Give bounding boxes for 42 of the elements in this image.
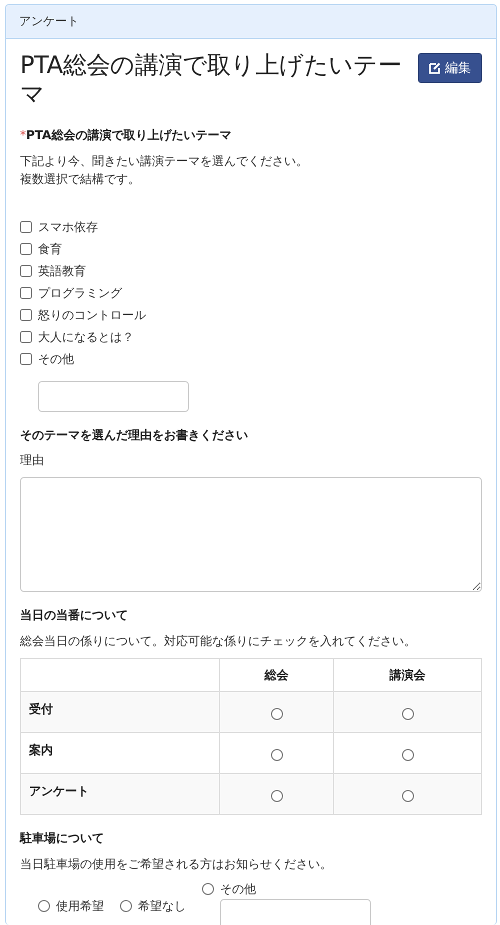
question-label: 駐車場について	[20, 830, 105, 846]
radio-button[interactable]	[38, 900, 50, 912]
edit-icon	[429, 62, 441, 74]
question-description: 当日駐車場の使用をご希望される方はお知らせください。	[20, 856, 333, 873]
page-title: PTA総会の講演で取り上げたいテーマ	[20, 51, 403, 109]
checkbox-label: プログラミング	[38, 284, 122, 302]
table-header-cell: 講演会	[334, 658, 482, 692]
checkbox-label: 大人になるとは？	[38, 328, 134, 346]
checkbox[interactable]	[20, 331, 32, 343]
question-label: そのテーマを選んだ理由をお書きください	[20, 427, 249, 443]
question-label: *PTA総会の講演で取り上げたいテーマ	[20, 127, 232, 143]
checkbox-label: 食育	[38, 240, 62, 258]
radio-button[interactable]	[270, 790, 283, 802]
radio-button[interactable]	[402, 708, 414, 720]
radio-button[interactable]	[270, 748, 283, 760]
radio-button[interactable]	[402, 790, 414, 802]
radio-button[interactable]	[402, 748, 414, 760]
checkbox[interactable]	[20, 287, 32, 299]
checkbox[interactable]	[20, 309, 32, 321]
checkbox[interactable]	[20, 221, 32, 233]
radio-button[interactable]	[202, 883, 214, 895]
edit-button[interactable]: 編集	[418, 53, 482, 83]
table-cell: アンケート	[20, 774, 220, 814]
question-description: 下記より今、聞きたい講演テーマを選んでください。 複数選択で結構です。	[20, 153, 309, 188]
radio-label: 希望なし	[138, 898, 186, 914]
checkbox[interactable]	[20, 353, 32, 365]
input-field[interactable]	[220, 899, 371, 925]
radio-button[interactable]	[270, 708, 283, 720]
radio-button[interactable]	[120, 900, 132, 912]
question-description: 総会当日の係りについて。対応可能な係りにチェックを入れてください。	[20, 633, 417, 650]
checkbox-label: スマホ依存	[38, 218, 98, 236]
checkbox[interactable]	[20, 265, 32, 277]
checkbox-label: その他	[38, 350, 74, 368]
question-label: 当日の当番について	[20, 607, 129, 623]
field-label: 理由	[20, 452, 45, 468]
input-field[interactable]	[38, 381, 189, 412]
radio-label: 使用希望	[56, 898, 104, 914]
checkbox-label: 怒りのコントロール	[38, 306, 146, 324]
radio-label: その他	[220, 880, 256, 898]
checkbox[interactable]	[20, 243, 32, 255]
panel-title: アンケート	[6, 5, 496, 39]
checkbox-label: 英語教育	[38, 262, 86, 280]
